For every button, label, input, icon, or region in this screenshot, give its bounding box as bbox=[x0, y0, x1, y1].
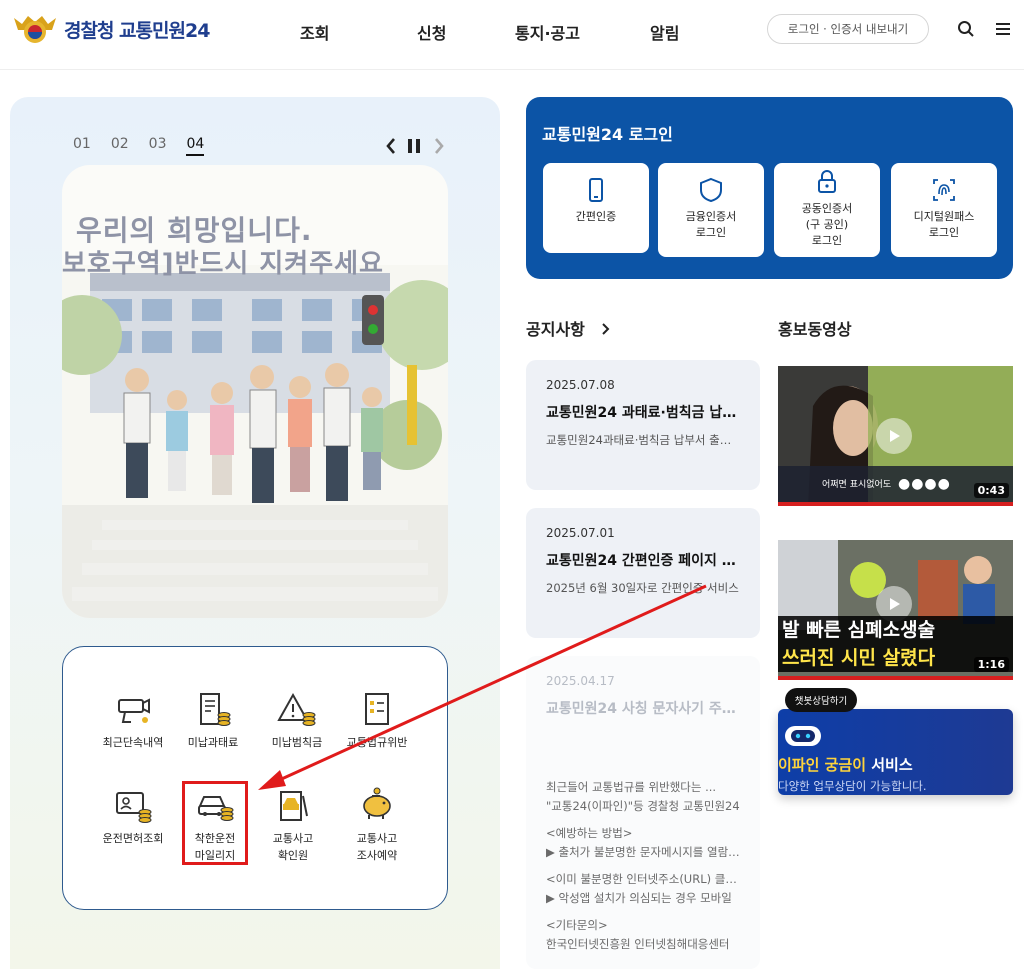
login-button-label: 간편인증 bbox=[575, 210, 617, 223]
pause-icon[interactable] bbox=[406, 136, 422, 156]
quick-item-traffic-violation[interactable]: 교통법규위반 bbox=[332, 690, 422, 751]
quick-label: 교통법규위반 bbox=[346, 736, 408, 749]
warning-coins-icon bbox=[277, 692, 316, 726]
notice-preview-line: 최근들어 교통법규를 위반했다는 ... bbox=[546, 780, 717, 794]
chevron-right-icon[interactable] bbox=[431, 136, 447, 156]
notice-preview-line: <이미 불분명한 인터넷주소(URL) 클릭 시> bbox=[546, 872, 746, 886]
quick-item-accident-certificate[interactable]: 교통사고 확인원 bbox=[248, 786, 338, 864]
camera-enforcement-icon bbox=[118, 698, 150, 723]
quick-label: 교통사고 확인원 bbox=[272, 832, 314, 862]
nav-item-inquiry[interactable]: 조회 bbox=[300, 20, 329, 44]
slide-number-3[interactable]: 03 bbox=[149, 136, 167, 156]
login-button-label: 공동인증서 (구 공인) 로그인 bbox=[801, 202, 853, 247]
license-card-icon bbox=[116, 792, 152, 823]
video-overlay-line1: 발 빠른 심폐소생술 bbox=[782, 619, 936, 641]
notice-date: 2025.07.01 bbox=[546, 526, 615, 540]
notice-preview-line: ▶ 출처가 불분명한 문자메시지를 열람하지 bbox=[546, 845, 746, 859]
smartphone-icon bbox=[589, 178, 603, 202]
simple-auth-login-button[interactable]: 간편인증 bbox=[543, 163, 649, 253]
chevron-left-icon[interactable] bbox=[383, 136, 399, 156]
nav-item-notice[interactable]: 통지·공고 bbox=[515, 20, 580, 44]
quick-item-unpaid-penalty[interactable]: 미납범칙금 bbox=[252, 690, 342, 751]
quick-item-accident-reservation[interactable]: 교통사고 조사예약 bbox=[332, 786, 422, 864]
quick-label: 미납과태료 bbox=[187, 736, 239, 749]
notice-date: 2025.07.08 bbox=[546, 378, 615, 392]
checklist-document-icon bbox=[365, 693, 389, 725]
chevron-right-icon bbox=[602, 323, 610, 335]
police-emblem-icon bbox=[14, 16, 56, 43]
nav-item-alerts[interactable]: 알림 bbox=[650, 20, 679, 44]
video-thumbnail[interactable]: 어쩌면 표시없어도 ●●●● 0:43 bbox=[778, 366, 1013, 506]
notice-preview-line: 한국인터넷진흥원 인터넷침해대응센터 bbox=[546, 937, 730, 951]
login-card: 교통민원24 로그인 간편인증 금융인증서 로그인 공동인증서 (구 공인) 로… bbox=[526, 97, 1013, 279]
notice-title: 교통민원24 사칭 문자사기 주의 안내 bbox=[546, 701, 740, 717]
quick-label: 최근단속내역 bbox=[102, 736, 164, 749]
quick-item-unpaid-fines[interactable]: 미납과태료 bbox=[168, 690, 258, 751]
chatbot-tooltip[interactable]: 챗봇상담하기 bbox=[785, 688, 857, 712]
joint-cert-login-button[interactable]: 공동인증서 (구 공인) 로그인 bbox=[774, 163, 880, 257]
highlight-annotation-box bbox=[182, 781, 248, 865]
login-export-button[interactable]: 로그인 · 인증서 내보내기 bbox=[767, 14, 929, 44]
login-button-label: 디지털원패스 로그인 bbox=[913, 210, 975, 239]
slide-number-4[interactable]: 04 bbox=[186, 136, 205, 156]
quick-item-license-inquiry[interactable]: 운전면허조회 bbox=[88, 786, 178, 847]
chatbot-robot-icon bbox=[785, 726, 821, 746]
notice-preview-line: "교통24(이파인)"등 경찰청 교통민원24 bbox=[546, 799, 740, 813]
slide-banner[interactable]: 우리의 희망입니다. 보호구역]반드시 지켜주세요 bbox=[62, 165, 448, 618]
receipt-coins-icon bbox=[200, 693, 231, 726]
chatbot-title-highlight: 이파인 궁금이 bbox=[778, 756, 867, 774]
notice-summary: 2025년 6월 30일자로 간편인증 서비스 bbox=[546, 581, 739, 595]
notice-preview-line: <기타문의> bbox=[546, 918, 608, 932]
quick-label: 교통사고 조사예약 bbox=[356, 832, 398, 862]
shield-icon bbox=[700, 177, 722, 203]
login-button-label: 금융인증서 로그인 bbox=[685, 210, 737, 239]
video-duration: 0:43 bbox=[973, 483, 1009, 498]
notice-preview-line: ▶ 악성앱 설치가 의심되는 경우 모바일 bbox=[546, 891, 732, 905]
notice-item[interactable]: 2025.07.01 교통민원24 간편인증 페이지 변경 안내 2025년 6… bbox=[526, 508, 760, 638]
notice-item[interactable]: 2025.07.08 교통민원24 과태료·범칙금 납부서 출력 안내 교통민원… bbox=[526, 360, 760, 490]
chatbot-subtitle: 다양한 업무상담이 가능합니다. bbox=[778, 779, 927, 793]
notice-title: 교통민원24 과태료·범칙금 납부서 출력 안내 bbox=[546, 405, 740, 421]
video-thumbnail[interactable]: 발 빠른 심폐소생술 쓰러진 시민 살렸다 1:16 bbox=[778, 540, 1013, 680]
site-logo[interactable]: 경찰청 교통민원24 bbox=[12, 12, 210, 46]
nav-item-apply[interactable]: 신청 bbox=[417, 20, 446, 44]
site-header: 경찰청 교통민원24 조회 신청 통지·공고 알림 로그인 · 인증서 내보내기 bbox=[0, 0, 1024, 70]
search-icon[interactable] bbox=[957, 20, 975, 38]
banner-subheadline: 보호구역]반드시 지켜주세요 bbox=[62, 249, 384, 279]
piggy-bank-icon bbox=[363, 787, 391, 819]
chatbot-title: 이파인 궁금이 서비스 bbox=[778, 754, 913, 775]
accident-document-icon bbox=[280, 791, 308, 821]
login-card-title: 교통민원24 로그인 bbox=[542, 125, 673, 144]
notice-preview-text: 최근들어 교통법규를 위반했다는 ... "교통24(이파인)"등 경찰청 교통… bbox=[546, 778, 746, 954]
digital-onepass-login-button[interactable]: 디지털원패스 로그인 bbox=[891, 163, 997, 257]
quick-item-recent-enforcement[interactable]: 최근단속내역 bbox=[88, 690, 178, 751]
notice-preview-line: <예방하는 방법> bbox=[546, 826, 633, 840]
fingerprint-icon bbox=[933, 179, 955, 201]
video-caption: 어쩌면 표시없어도 bbox=[822, 480, 892, 490]
notice-title: 교통민원24 간편인증 페이지 변경 안내 bbox=[546, 553, 740, 569]
notice-date: 2025.04.17 bbox=[546, 674, 615, 688]
quick-label: 미납범칙금 bbox=[271, 736, 323, 749]
chatbot-title-rest: 서비스 bbox=[866, 756, 913, 774]
financial-cert-login-button[interactable]: 금융인증서 로그인 bbox=[658, 163, 764, 257]
quick-label: 운전면허조회 bbox=[102, 832, 164, 845]
videos-title: 홍보동영상 bbox=[778, 320, 852, 339]
notices-title-text: 공지사항 bbox=[526, 320, 585, 339]
notices-title[interactable]: 공지사항 bbox=[526, 316, 612, 340]
lock-icon bbox=[818, 170, 836, 193]
logo-text: 경찰청 교통민원24 bbox=[64, 19, 210, 42]
slide-number-1[interactable]: 01 bbox=[73, 136, 91, 156]
notice-summary: 교통민원24과태료·범칙금 납부서 출력 안내 bbox=[546, 433, 740, 447]
slide-pagination: 01 02 03 04 bbox=[73, 136, 205, 156]
video-duration: 1:16 bbox=[973, 657, 1009, 672]
play-icon[interactable] bbox=[876, 418, 912, 454]
quick-menu bbox=[62, 646, 448, 910]
video-dots: ●●●● bbox=[898, 476, 951, 492]
menu-icon[interactable] bbox=[994, 20, 1012, 38]
school-zone-illustration bbox=[62, 265, 448, 618]
slide-number-2[interactable]: 02 bbox=[111, 136, 129, 156]
